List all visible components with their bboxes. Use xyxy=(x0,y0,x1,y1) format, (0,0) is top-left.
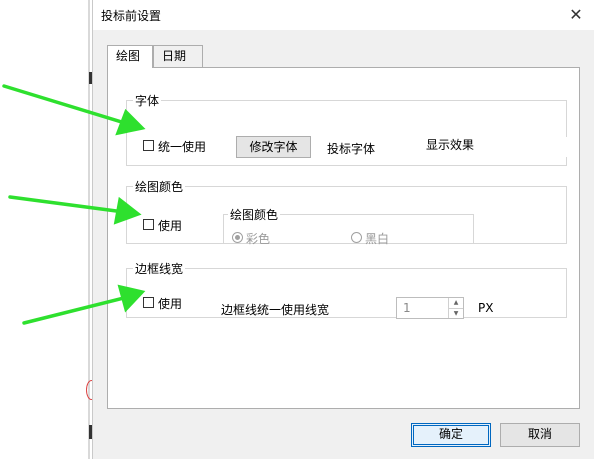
tab-drawing[interactable]: 绘图 xyxy=(107,45,153,68)
arrow-line xyxy=(8,195,126,214)
arrow-head-icon xyxy=(115,108,146,136)
arrow-head-icon xyxy=(113,196,142,225)
arrow-line xyxy=(22,295,130,325)
annotation-arrows xyxy=(2,84,146,325)
arrow-line xyxy=(2,84,130,126)
arrow-head-icon xyxy=(117,284,146,313)
